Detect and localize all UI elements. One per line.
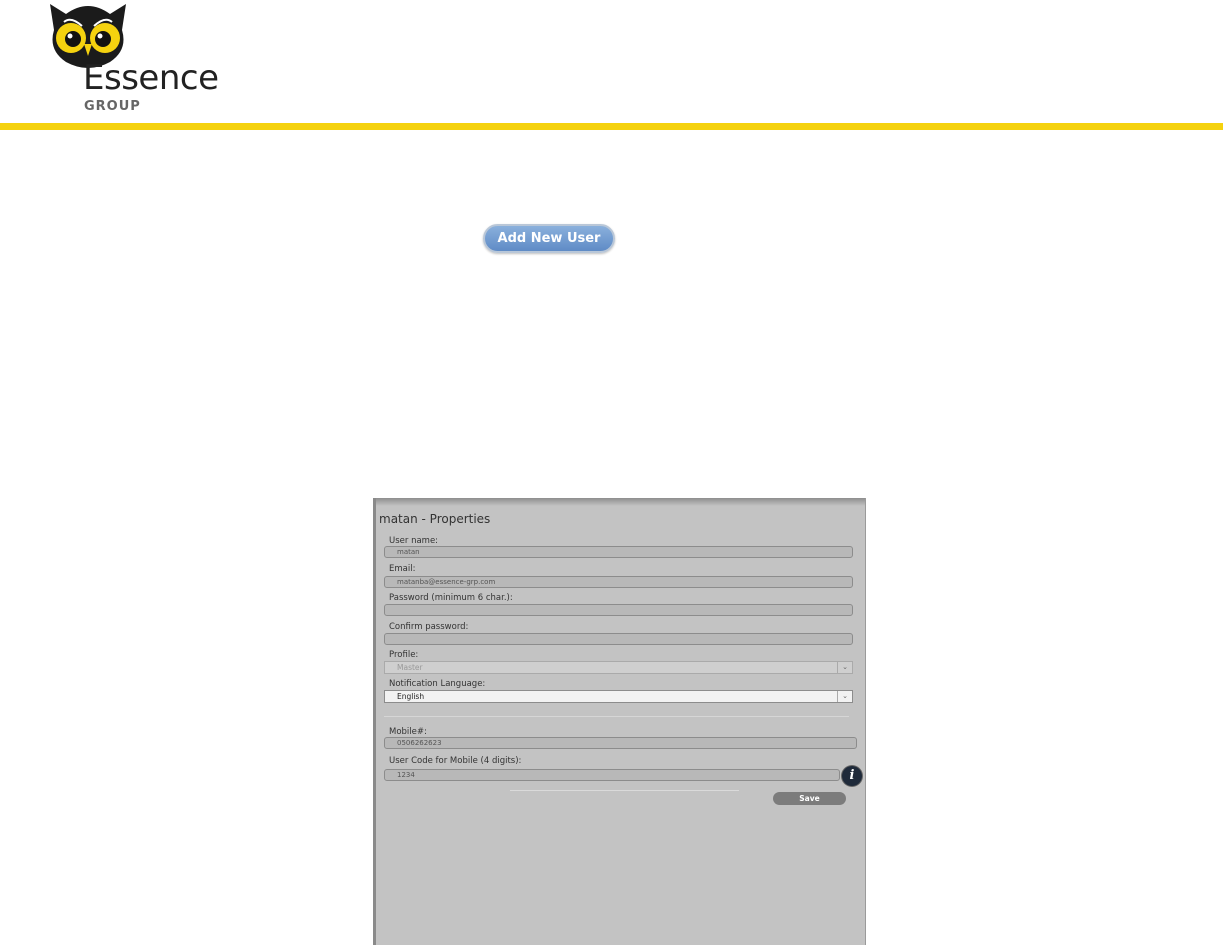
- divider-line: [510, 790, 739, 791]
- add-new-user-button[interactable]: Add New User: [483, 224, 615, 253]
- usercode-label: User Code for Mobile (4 digits):: [389, 756, 522, 766]
- save-button[interactable]: Save: [773, 792, 846, 805]
- chevron-down-icon: ⌄: [837, 662, 852, 673]
- username-label: User name:: [389, 536, 439, 546]
- language-value: English: [397, 692, 425, 701]
- username-field[interactable]: matan: [384, 546, 853, 558]
- usercode-field[interactable]: 1234: [384, 769, 840, 781]
- profile-label: Profile:: [389, 650, 419, 660]
- section-divider: [384, 716, 849, 717]
- mobile-field[interactable]: 0506262623: [384, 737, 857, 749]
- chevron-down-icon[interactable]: ⌄: [837, 691, 852, 702]
- panel-top-shadow: [376, 498, 865, 506]
- mobile-label: Mobile#:: [389, 727, 427, 737]
- user-properties-panel: matan - Properties User name: matan Emai…: [373, 498, 866, 945]
- info-icon[interactable]: i: [842, 766, 862, 786]
- profile-value: Master: [397, 663, 423, 672]
- confirm-password-label: Confirm password:: [389, 622, 469, 632]
- language-label: Notification Language:: [389, 679, 486, 689]
- email-field[interactable]: matanba@essence-grp.com: [384, 576, 853, 588]
- language-select[interactable]: English ⌄: [384, 690, 853, 703]
- profile-select: Master ⌄: [384, 661, 853, 674]
- logo-wordmark: Essence: [83, 58, 219, 98]
- panel-title: matan - Properties: [379, 512, 491, 526]
- password-label: Password (minimum 6 char.):: [389, 593, 513, 603]
- header-accent-bar: [0, 123, 1223, 130]
- email-label: Email:: [389, 564, 416, 574]
- logo-subtext: GROUP: [84, 99, 141, 114]
- password-field[interactable]: [384, 604, 853, 616]
- confirm-password-field[interactable]: [384, 633, 853, 645]
